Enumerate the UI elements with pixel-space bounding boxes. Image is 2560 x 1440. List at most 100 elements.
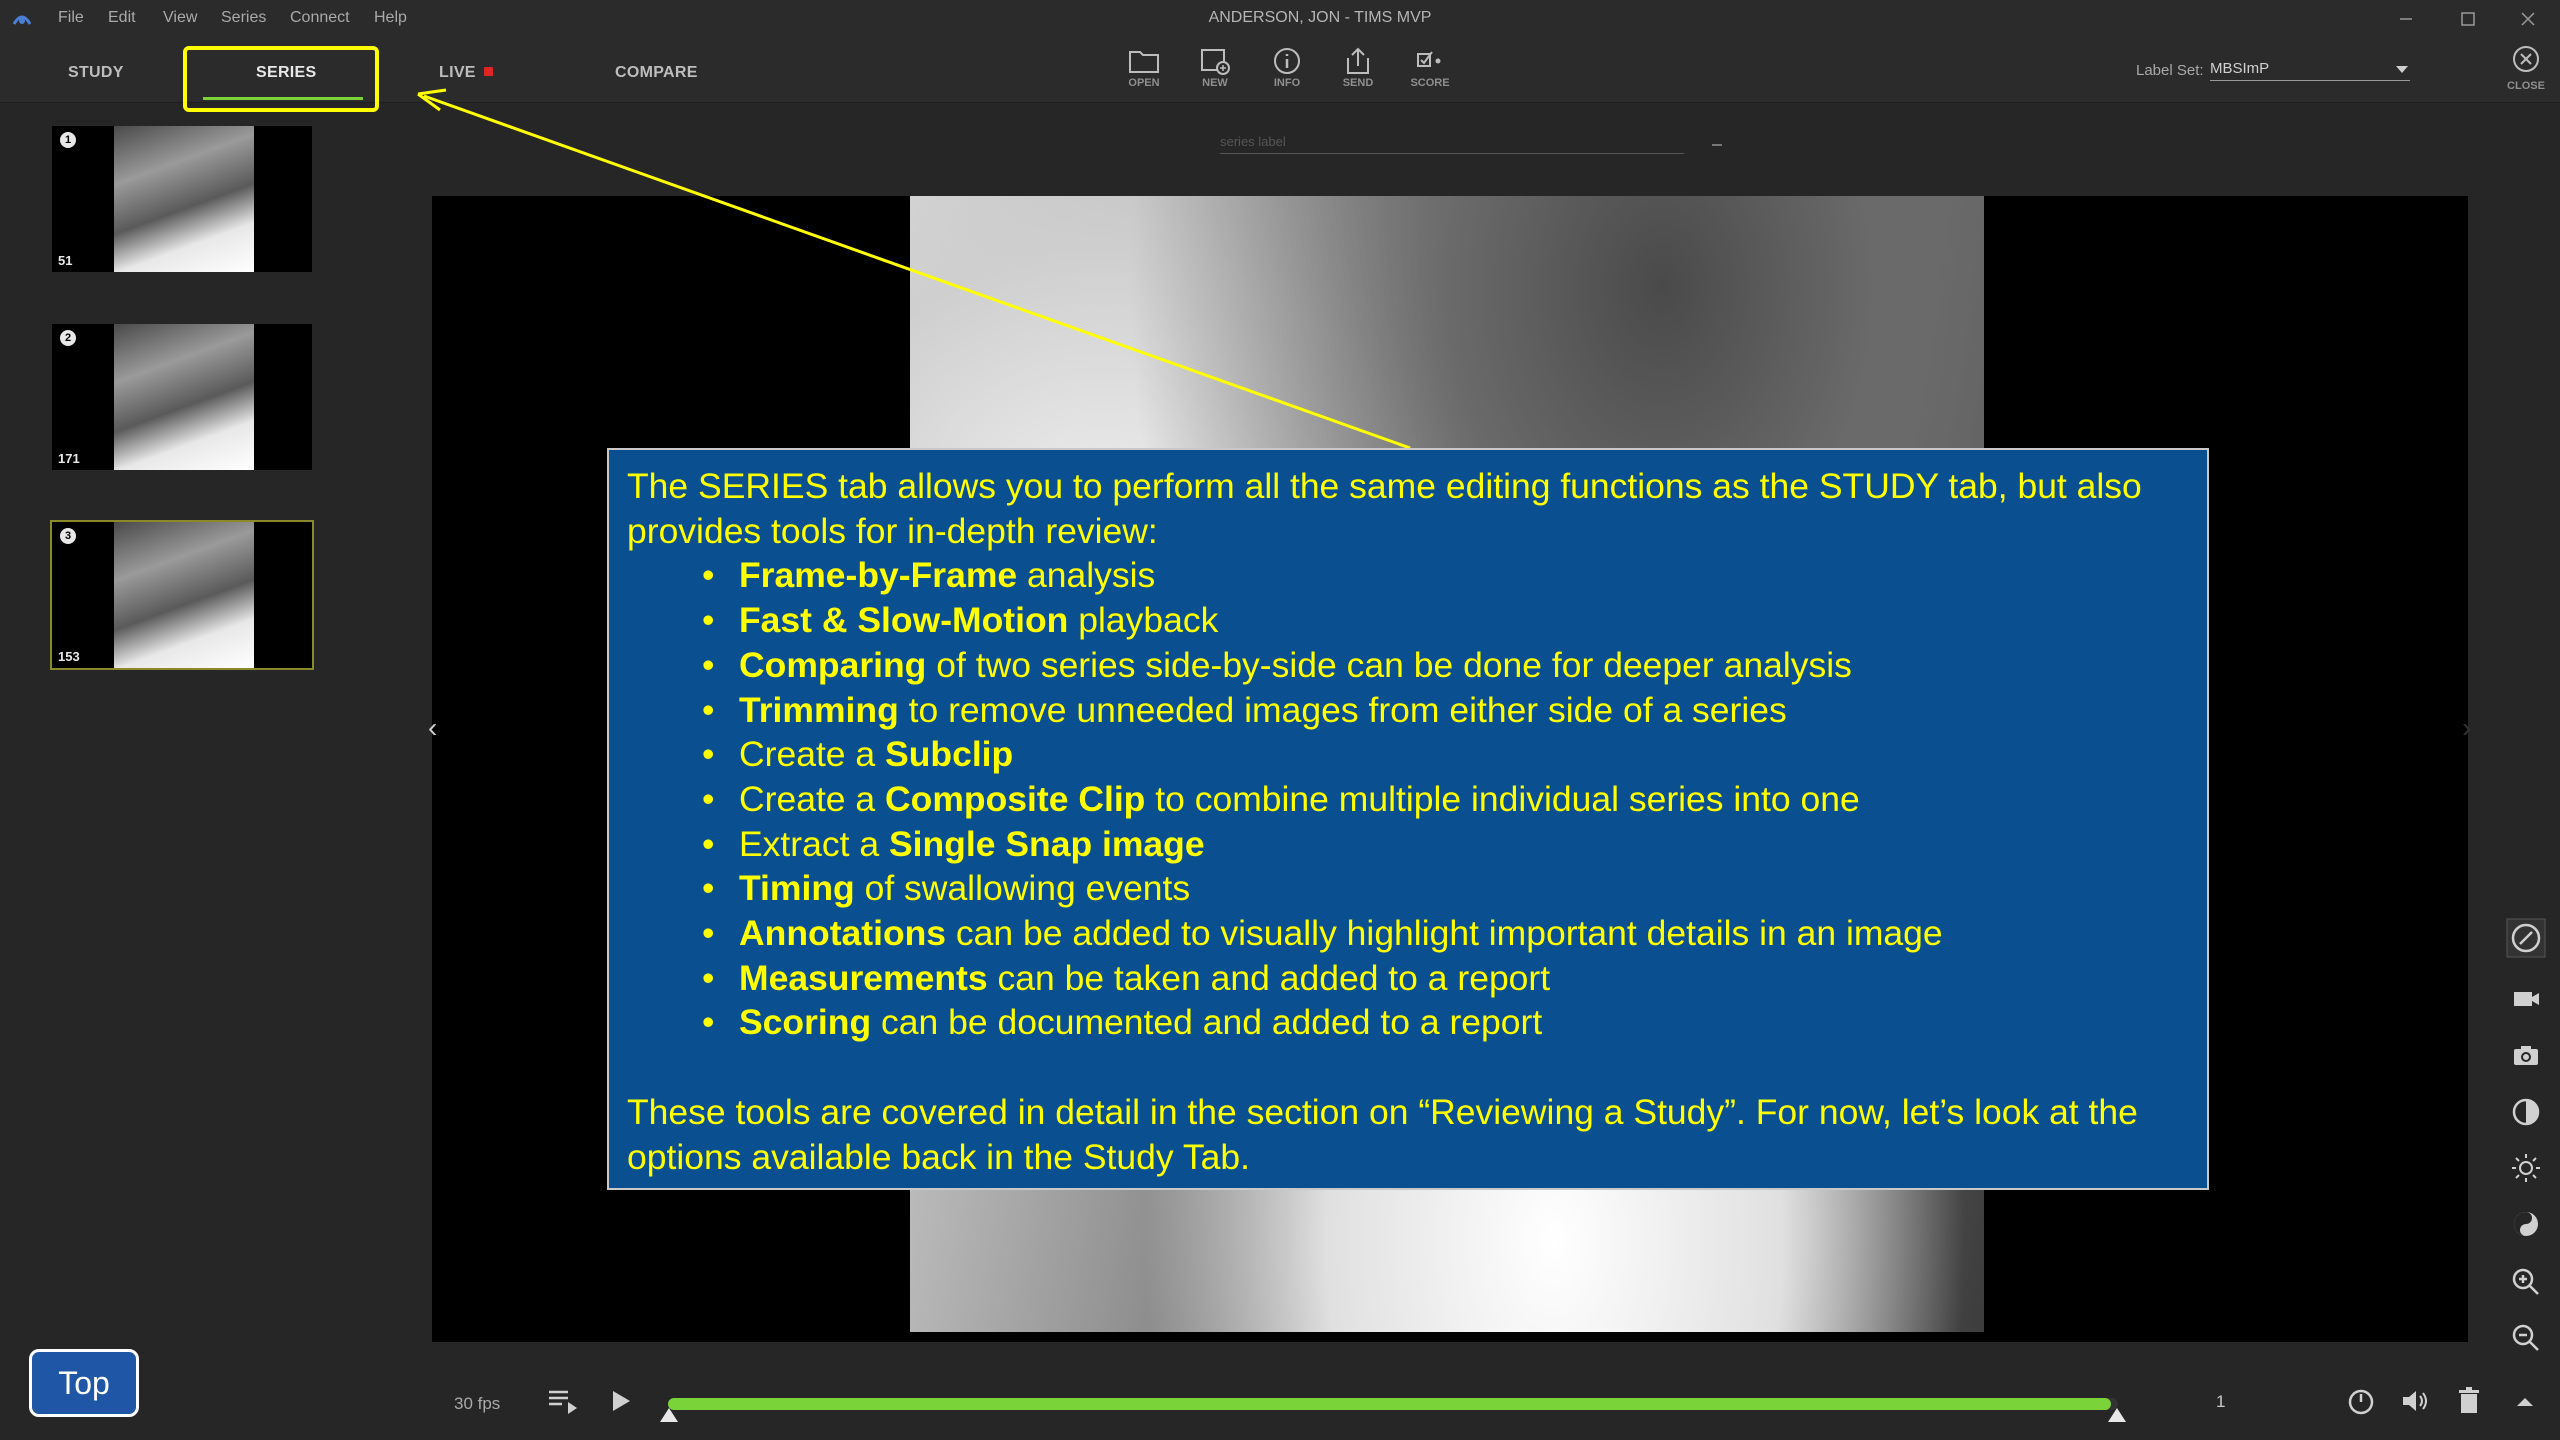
callout-bullet: Annotations can be added to visually hig… bbox=[702, 911, 2189, 956]
series-label-input[interactable]: series label bbox=[1220, 134, 1684, 154]
trim-end-handle[interactable] bbox=[2108, 1408, 2126, 1422]
thumbnail-frame-count: 153 bbox=[58, 649, 80, 664]
label-set-caption: Label Set: bbox=[2136, 62, 2204, 79]
callout-feature-list: Frame-by-Frame analysisFast & Slow-Motio… bbox=[627, 553, 2189, 1045]
bullet-text: Extract a bbox=[739, 823, 889, 864]
callout-bullet: Trimming to remove unneeded images from … bbox=[702, 688, 2189, 733]
score-icon bbox=[1417, 51, 1441, 67]
series-thumbnail-1[interactable]: 1 51 bbox=[52, 126, 312, 272]
delete-icon[interactable] bbox=[2452, 1384, 2486, 1418]
auto-adjust-icon[interactable] bbox=[2506, 918, 2546, 958]
thumbnail-image bbox=[114, 522, 254, 668]
bullet-text: of swallowing events bbox=[854, 868, 1191, 909]
bullet-text: playback bbox=[1068, 600, 1219, 641]
score-label: SCORE bbox=[1410, 77, 1450, 89]
contrast-icon[interactable] bbox=[2506, 1092, 2546, 1132]
bullet-text: Create a bbox=[739, 734, 886, 775]
zoom-in-icon[interactable] bbox=[2506, 1262, 2546, 1302]
callout-bullet: Measurements can be taken and added to a… bbox=[702, 956, 2189, 1001]
send-button[interactable]: SEND bbox=[1331, 46, 1385, 98]
window-title: ANDERSON, JON - TIMS MVP bbox=[1208, 9, 1432, 26]
callout-bullet: Scoring can be documented and added to a… bbox=[702, 1000, 2189, 1045]
folder-icon bbox=[1129, 51, 1159, 73]
bullet-highlight: Comparing bbox=[739, 644, 927, 685]
bullet-text: can be documented and added to a report bbox=[871, 1002, 1543, 1043]
callout-spacer bbox=[627, 1045, 2189, 1090]
fps-selector[interactable]: 30 fps bbox=[454, 1394, 500, 1414]
close-label: CLOSE bbox=[2507, 80, 2545, 92]
timer-icon[interactable] bbox=[2344, 1384, 2378, 1418]
open-label: OPEN bbox=[1128, 77, 1160, 89]
bullet-highlight: Annotations bbox=[739, 913, 947, 954]
callout-outro: These tools are covered in detail in the… bbox=[627, 1091, 2138, 1177]
score-button[interactable]: SCORE bbox=[1403, 46, 1457, 98]
series-thumbnail-2[interactable]: 2 171 bbox=[52, 324, 312, 470]
bullet-text: analysis bbox=[1017, 555, 1156, 596]
callout-bullet: Extract a Single Snap image bbox=[702, 822, 2189, 867]
share-icon bbox=[1347, 47, 1369, 74]
playlist-icon[interactable] bbox=[546, 1384, 580, 1418]
bullet-highlight: Measurements bbox=[739, 957, 988, 998]
previous-series-icon[interactable]: ‹ bbox=[428, 712, 437, 744]
bullet-text: can be taken and added to a report bbox=[987, 957, 1551, 998]
next-series-icon[interactable]: › bbox=[2462, 712, 2471, 744]
bullet-highlight: Timing bbox=[739, 868, 855, 909]
zoom-out-icon[interactable] bbox=[2506, 1318, 2546, 1358]
tab-compare[interactable]: COMPARE bbox=[615, 64, 698, 82]
bullet-highlight: Trimming bbox=[739, 689, 899, 730]
thumbnail-image bbox=[114, 324, 254, 470]
send-label: SEND bbox=[1342, 77, 1374, 89]
close-circle-icon bbox=[2513, 46, 2539, 72]
open-button[interactable]: OPEN bbox=[1117, 46, 1171, 98]
title-bar: File Edit View Series Connect Help ANDER… bbox=[0, 0, 2560, 38]
close-window-icon[interactable] bbox=[2508, 5, 2548, 33]
playback-progress-fill bbox=[668, 1398, 2111, 1410]
bullet-text: to combine multiple individual series in… bbox=[1145, 778, 1860, 819]
maximize-icon[interactable] bbox=[2448, 5, 2488, 33]
instruction-callout: The SERIES tab allows you to perform all… bbox=[607, 448, 2209, 1190]
callout-bullet: Create a Composite Clip to combine multi… bbox=[702, 777, 2189, 822]
callout-bullet: Frame-by-Frame analysis bbox=[702, 553, 2189, 598]
info-button[interactable]: INFO bbox=[1260, 46, 1314, 98]
callout-intro: The SERIES tab allows you to perform all… bbox=[627, 466, 2142, 551]
playback-progress-track[interactable] bbox=[668, 1398, 2118, 1410]
tab-live-label: LIVE bbox=[439, 64, 476, 81]
camera-icon[interactable] bbox=[2506, 1036, 2546, 1076]
bullet-text: can be added to visually highlight impor… bbox=[946, 913, 1943, 954]
thumbnail-number: 3 bbox=[60, 528, 76, 544]
bullet-highlight: Frame-by-Frame bbox=[739, 555, 1018, 596]
new-button[interactable]: NEW bbox=[1188, 46, 1242, 98]
bullet-highlight: Fast & Slow-Motion bbox=[739, 600, 1069, 641]
close-button[interactable]: CLOSE bbox=[2500, 44, 2552, 100]
minimize-icon[interactable] bbox=[2386, 5, 2426, 33]
callout-bullet: Fast & Slow-Motion playback bbox=[702, 598, 2189, 643]
series-label-dash bbox=[1712, 144, 1722, 146]
invert-icon[interactable] bbox=[2506, 1204, 2546, 1244]
tab-study[interactable]: STUDY bbox=[68, 64, 124, 82]
new-series-icon bbox=[1201, 49, 1230, 75]
bullet-highlight: Single Snap image bbox=[888, 823, 1205, 864]
collapse-up-icon[interactable] bbox=[2508, 1384, 2542, 1418]
chevron-down-icon[interactable] bbox=[2396, 66, 2408, 73]
tab-live[interactable]: LIVE bbox=[439, 64, 493, 82]
bullet-highlight: Composite Clip bbox=[885, 778, 1146, 819]
play-icon[interactable] bbox=[604, 1384, 638, 1418]
info-icon bbox=[1274, 48, 1300, 74]
series-thumbnail-list: 1 51 2 171 3 153 bbox=[0, 102, 410, 1402]
volume-icon[interactable] bbox=[2398, 1384, 2432, 1418]
bullet-text: to remove unneeded images from either si… bbox=[898, 689, 1787, 730]
thumbnail-number: 1 bbox=[60, 132, 76, 148]
series-thumbnail-3[interactable]: 3 153 bbox=[50, 520, 314, 670]
video-icon[interactable] bbox=[2506, 980, 2546, 1020]
brightness-icon[interactable] bbox=[2506, 1148, 2546, 1188]
new-label: NEW bbox=[1202, 77, 1228, 89]
thumbnail-number: 2 bbox=[60, 330, 76, 346]
bullet-text: Create a bbox=[739, 778, 886, 819]
label-set-select[interactable]: MBSImP bbox=[2210, 60, 2410, 81]
frame-number: 1 bbox=[2216, 1392, 2226, 1411]
thumbnail-frame-count: 171 bbox=[58, 451, 80, 466]
callout-bullet: Timing of swallowing events bbox=[702, 866, 2189, 911]
top-button[interactable]: Top bbox=[29, 1349, 139, 1417]
callout-bullet: Create a Subclip bbox=[702, 732, 2189, 777]
trim-start-handle[interactable] bbox=[660, 1408, 678, 1422]
